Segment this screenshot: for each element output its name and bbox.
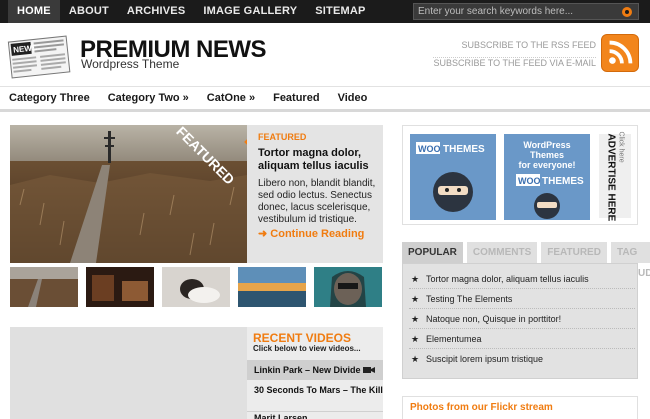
continue-reading-label: Continue Reading <box>270 228 365 240</box>
star-icon: ★ <box>411 354 420 364</box>
popular-post-2[interactable]: ★ Testing The Elements <box>409 290 635 309</box>
video-item-label: Linkin Park – New Divide <box>254 365 361 375</box>
subscribe-rss-link[interactable]: SUBSCRIBE TO THE RSS FEED <box>433 40 596 51</box>
popular-post-5[interactable]: ★ Suscipit lorem ipsum tristique <box>409 350 635 369</box>
tab-tag-cloud[interactable]: TAG CLOUD <box>610 242 650 279</box>
video-section: RECENT VIDEOS Click below to view videos… <box>10 327 383 419</box>
svg-text:THEMES: THEMES <box>443 144 485 155</box>
woothemes-ad-2[interactable]: WordPress Themes for everyone! WOO THEME… <box>504 134 590 220</box>
video-camera-icon <box>363 367 375 373</box>
recent-videos-subtitle: Click below to view videos... <box>253 344 361 353</box>
featured-thumbnails <box>10 267 383 307</box>
thumbnail-5[interactable] <box>314 267 382 307</box>
sidebar-tabs: POPULAR COMMENTS FEATURED TAG CLOUD <box>402 242 650 279</box>
featured-category-link[interactable]: Featured <box>264 92 328 104</box>
recent-videos-title: RECENT VIDEOS <box>253 331 352 345</box>
popular-posts-panel: ★ Tortor magna dolor, aliquam tellus iacu… <box>402 263 638 379</box>
advertise-here-label: ADVERTISE HERE <box>605 133 617 222</box>
nav-sitemap-link[interactable]: SITEMAP <box>306 0 374 23</box>
search-input[interactable] <box>418 4 614 19</box>
star-icon: ★ <box>411 274 420 284</box>
continue-reading-link[interactable]: ➜ Continue Reading <box>258 227 364 240</box>
svg-text:WOO: WOO <box>518 176 541 186</box>
popular-post-1[interactable]: ★ Tortor magna dolor, aliquam tellus iacu… <box>409 270 635 289</box>
nav-archives-link[interactable]: ARCHIVES <box>118 0 194 23</box>
rss-feed-icon[interactable] <box>601 34 639 72</box>
thumbnail-3[interactable] <box>162 267 230 307</box>
popular-post-label: Tortor magna dolor, aliquam tellus iacul… <box>426 274 589 284</box>
nav-about-link[interactable]: ABOUT <box>60 0 118 23</box>
popular-post-3[interactable]: ★ Natoque non, Quisque in porttitor! <box>409 310 635 329</box>
category-two-link[interactable]: Category Two » <box>99 92 198 104</box>
search-box <box>413 3 639 20</box>
popular-post-label: Elementumea <box>426 334 482 344</box>
video-category-link[interactable]: Video <box>329 92 377 104</box>
star-icon: ★ <box>411 314 420 324</box>
tab-popular[interactable]: POPULAR <box>402 242 463 263</box>
arrow-right-icon: ➜ <box>258 228 271 240</box>
video-item-3[interactable]: Marit Larsen <box>247 411 383 419</box>
advertisement-box: WOO THEMES WordPress Themes for everyone… <box>402 125 638 225</box>
ad-line-1: WordPress <box>523 140 570 150</box>
popular-post-label: Testing The Elements <box>426 294 513 304</box>
star-icon: ★ <box>411 294 420 304</box>
category-nav: Category Three Category Two » CatOne » F… <box>0 86 650 112</box>
ad-line-3: for everyone! <box>518 160 575 170</box>
thumbnail-2[interactable] <box>86 267 154 307</box>
click-here-label: Click here <box>617 131 625 163</box>
video-item-1[interactable]: Linkin Park – New Divide <box>247 360 383 380</box>
svg-text:THEMES: THEMES <box>542 176 584 187</box>
recent-videos-list: RECENT VIDEOS Click below to view videos… <box>247 327 383 419</box>
ad-line-2: Themes <box>530 150 564 160</box>
popular-post-4[interactable]: ★ Elementumea <box>409 330 635 349</box>
featured-headline[interactable]: Tortor magna dolor, aliquam tellus iacul… <box>258 147 378 173</box>
nav-home-link[interactable]: HOME <box>8 0 60 23</box>
nav-image-gallery-link[interactable]: IMAGE GALLERY <box>194 0 306 23</box>
thumbnail-1[interactable] <box>10 267 78 307</box>
featured-post: FEATURED Featured Tortor magna dolor, al… <box>10 125 383 263</box>
category-one-link[interactable]: CatOne » <box>198 92 264 104</box>
flickr-title: Photos from our Flickr stream <box>410 402 553 413</box>
advertise-here-link[interactable]: ADVERTISE HERE Click here <box>599 131 631 222</box>
featured-excerpt: Libero non, blandit blandit, sed odio le… <box>258 178 376 225</box>
tab-featured[interactable]: FEATURED <box>541 242 607 263</box>
flickr-widget: Photos from our Flickr stream <box>402 396 638 419</box>
top-nav-menu: HOME ABOUT ARCHIVES IMAGE GALLERY SITEMA… <box>8 0 375 23</box>
svg-text:WOO: WOO <box>418 144 441 154</box>
tab-comments[interactable]: COMMENTS <box>466 242 538 263</box>
popular-post-label: Suscipit lorem ipsum tristique <box>426 354 544 364</box>
video-item-2[interactable]: 30 Seconds To Mars – The Kill <box>247 385 383 396</box>
subscribe-links: SUBSCRIBE TO THE RSS FEED SUBSCRIBE TO T… <box>433 40 596 74</box>
subscribe-email-link[interactable]: SUBSCRIBE TO THE FEED VIA E-MAIL <box>433 57 596 68</box>
featured-image[interactable]: FEATURED <box>10 125 247 263</box>
popular-post-label: Natoque non, Quisque in porttitor! <box>426 314 562 324</box>
top-navigation-bar: HOME ABOUT ARCHIVES IMAGE GALLERY SITEMA… <box>0 0 650 23</box>
star-icon: ★ <box>411 334 420 344</box>
newspaper-logo-icon[interactable]: NEWS <box>6 33 72 79</box>
featured-section-label[interactable]: Featured <box>258 132 306 142</box>
thumbnail-4[interactable] <box>238 267 306 307</box>
category-three-link[interactable]: Category Three <box>0 92 99 104</box>
search-submit-icon[interactable] <box>622 7 632 17</box>
woothemes-ad-1[interactable]: WOO THEMES <box>410 134 496 220</box>
site-subtitle: Wordpress Theme <box>81 57 180 71</box>
